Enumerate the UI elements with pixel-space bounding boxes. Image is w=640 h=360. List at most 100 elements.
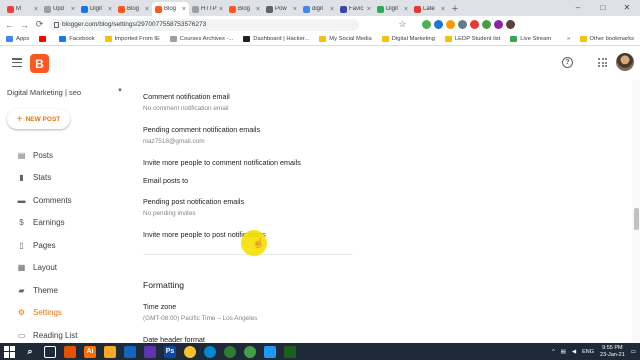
browser-tab[interactable]: Blog × [115,2,152,16]
scrollbar[interactable] [632,80,640,343]
search-icon[interactable]: ⌕ [24,346,36,358]
more-bookmarks-button[interactable]: » [567,36,570,42]
close-icon[interactable]: × [256,6,260,13]
app-icon[interactable] [124,345,136,358]
close-icon[interactable]: × [219,6,223,13]
extension-icon[interactable] [446,20,455,29]
other-bookmarks-button[interactable]: Other bookmarks [579,36,634,42]
close-icon[interactable]: × [34,6,38,13]
whatsapp-icon[interactable] [244,345,256,358]
close-icon[interactable]: × [330,6,334,13]
avatar[interactable] [616,53,634,71]
browser-tab[interactable]: HTTP × [189,2,226,16]
browser-tab[interactable]: M × [4,2,41,16]
file-explorer-icon[interactable] [104,345,116,358]
close-icon[interactable]: × [71,6,75,13]
browser-tab[interactable]: Upd × [41,2,78,16]
task-view-icon[interactable] [44,345,56,358]
sidebar-item-comments[interactable]: ▬ Comments [0,190,132,210]
scrollbar-thumb[interactable] [634,208,639,230]
bookmark-item[interactable]: My Social Media [319,36,372,42]
close-icon[interactable]: × [293,6,297,13]
browser-tab[interactable]: Blog × [152,2,189,16]
profile-avatar-icon[interactable] [506,20,515,29]
bookmark-item[interactable]: LEDP Student list [444,36,500,42]
apps-grid-icon[interactable] [598,58,607,67]
close-icon[interactable]: × [441,6,445,13]
extension-icon[interactable] [422,20,431,29]
windows-start-icon[interactable] [4,345,16,358]
close-icon[interactable]: × [182,6,186,13]
close-window-button[interactable]: ✕ [616,0,638,14]
close-icon[interactable]: × [145,6,149,13]
chevron-up-icon[interactable]: ^ [552,349,555,355]
close-icon[interactable]: × [404,6,408,13]
star-icon[interactable]: ☆ [397,19,408,30]
blog-selector[interactable]: Digital Marketing | seo ▼ [7,88,123,97]
extension-icon[interactable] [458,20,467,29]
sidebar-item-pages[interactable]: ▯ Pages [0,235,132,255]
sidebar-item-theme[interactable]: ▰ Theme [0,280,132,300]
sidebar-item-posts[interactable]: ▤ Posts [0,145,132,165]
bookmark-item[interactable]: Imported From IE [104,36,160,42]
browser-tab[interactable]: Late × [411,2,448,16]
bookmark-label: Digital Marketing [391,36,435,42]
setting-pending-post-notification-emails[interactable]: Pending post notification emails No pend… [143,197,244,217]
notification-icon[interactable]: ▭ [631,349,636,355]
illustrator-icon[interactable]: Ai [84,345,96,358]
minimize-button[interactable]: – [567,0,589,14]
setting-email-posts-to[interactable]: Email posts to [143,176,188,185]
sidebar-item-settings[interactable]: ⚙ Settings [0,303,132,323]
clock[interactable]: 9:55 PM 23-Jan-21 [600,345,625,359]
sidebar-item-reading-list[interactable]: ▭ Reading List [0,325,132,345]
address-bar[interactable]: blogger.com/blog/settings/29700775587535… [49,18,359,31]
language-indicator[interactable]: ENG [582,349,594,355]
forward-button[interactable]: → [19,19,30,30]
whatsapp-icon[interactable] [224,345,236,358]
sidebar-item-stats[interactable]: ▮ Stats [0,168,132,188]
extension-icon[interactable] [470,20,479,29]
browser-tab[interactable]: Blog × [226,2,263,16]
back-button[interactable]: ← [4,19,15,30]
extension-icon[interactable] [434,20,443,29]
setting-time-zone[interactable]: Time zone (GMT-08:00) Pacific Time – Los… [143,302,257,322]
browser-tab[interactable]: Digit × [78,2,115,16]
close-icon[interactable]: × [108,6,112,13]
browser-tab[interactable]: Pow × [263,2,300,16]
new-tab-button[interactable]: + [448,2,462,16]
bookmark-item[interactable]: Live Stream [510,36,551,42]
browser-tab[interactable]: Digit × [374,2,411,16]
blogger-logo[interactable]: B [30,54,49,73]
bookmark-item[interactable]: Dashboard | Hacker... [243,36,309,42]
sidebar-item-earnings[interactable]: $ Earnings [0,213,132,233]
app-icon[interactable] [264,345,276,358]
app-icon[interactable] [284,345,296,358]
photoshop-icon[interactable]: Ps [164,345,176,358]
menu-icon[interactable] [12,58,22,67]
maximize-button[interactable]: □ [592,0,614,14]
sidebar-item-layout[interactable]: ▦ Layout [0,258,132,278]
setting-comment-notification-email[interactable]: Comment notification email No comment no… [143,92,230,112]
setting-pending-comment-notification-emails[interactable]: Pending comment notification emails niaz… [143,125,260,145]
extension-icon[interactable] [482,20,491,29]
help-icon[interactable]: ? [562,57,573,68]
sidebar: Digital Marketing | seo ▼ + NEW POST ▤ Po… [0,80,132,343]
bookmark-item[interactable] [39,36,49,42]
network-icon[interactable]: ▤ [561,349,566,355]
app-icon[interactable] [64,345,76,358]
bookmark-item[interactable]: Digital Marketing [381,36,435,42]
close-icon[interactable]: × [367,6,371,13]
bookmark-item[interactable]: Apps [6,36,29,42]
volume-icon[interactable]: ◀ [572,349,576,355]
chrome-icon[interactable] [184,345,196,358]
browser-tab[interactable]: digit × [300,2,337,16]
bookmark-item[interactable]: Facebook [59,36,95,42]
invite-comment-notifications-link[interactable]: Invite more people to comment notificati… [143,158,301,167]
new-post-button[interactable]: + NEW POST [7,109,70,129]
extension-icon[interactable] [494,20,503,29]
app-icon[interactable] [144,345,156,358]
browser-tab[interactable]: Favic × [337,2,374,16]
edge-icon[interactable] [204,345,216,358]
bookmark-item[interactable]: Courses Archives -... [169,36,233,42]
reload-button[interactable]: ⟳ [34,19,45,30]
